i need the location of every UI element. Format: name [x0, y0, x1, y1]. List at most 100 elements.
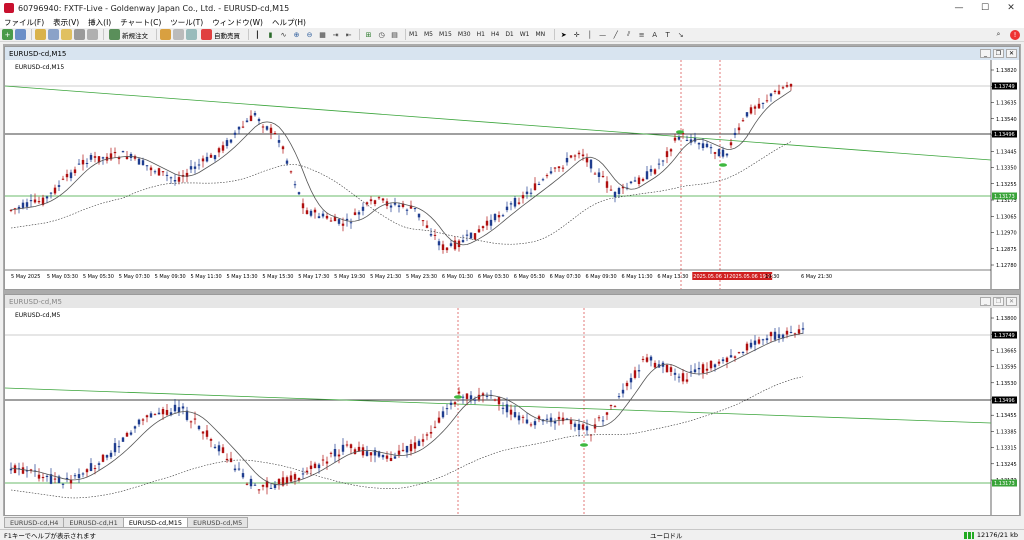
timeframe-m30[interactable]: M30 [458, 31, 471, 38]
candle-body [285, 477, 289, 484]
zoom-out-icon[interactable]: ⊖ [304, 29, 315, 40]
price-label: 1.13820 [996, 68, 1017, 74]
green-line-price-tag: 1.13173 [994, 194, 1015, 200]
close-button[interactable]: ✕ [998, 0, 1024, 16]
menu-file[interactable]: ファイル(F) [4, 17, 44, 28]
candle-body [733, 132, 737, 136]
tab-eurusd-h4[interactable]: EURUSD-cd,H4 [4, 517, 65, 528]
chart-window-title: EURUSD-cd,M15 _ ❐ ✕ [5, 47, 1019, 60]
chart-restore-button[interactable]: ❐ [993, 49, 1004, 58]
candle-body [665, 151, 669, 158]
menu-window[interactable]: ウィンドウ(W) [212, 17, 263, 28]
channel-icon[interactable]: ⫽ [623, 29, 634, 40]
terminal-icon[interactable] [74, 29, 85, 40]
fibonacci-icon[interactable]: ≡ [636, 29, 647, 40]
chart-minimize-button[interactable]: _ [980, 297, 991, 306]
tester-icon[interactable] [87, 29, 98, 40]
candle-body [317, 216, 321, 219]
chart-m15[interactable]: EURUSD-cd,M15 1.13820 1.13749 1.13635 1.135… [5, 60, 1019, 289]
candle-body [245, 483, 249, 485]
candle-body [13, 465, 17, 473]
candle-body [529, 192, 533, 194]
profiles-icon[interactable] [15, 29, 26, 40]
market-watch-icon[interactable] [35, 29, 46, 40]
candle-body [437, 241, 441, 246]
candle-body [213, 446, 217, 448]
horizontal-line-icon[interactable]: — [597, 29, 608, 40]
candle-body [165, 409, 169, 415]
menu-charts[interactable]: チャート(C) [120, 17, 161, 28]
candle-body [457, 391, 461, 394]
chart-restore-button[interactable]: ❐ [993, 297, 1004, 306]
tab-eurusd-h1[interactable]: EURUSD-cd,H1 [63, 517, 124, 528]
menu-tools[interactable]: ツール(T) [170, 17, 203, 28]
text-icon[interactable]: A [649, 29, 660, 40]
candle-body [101, 157, 105, 159]
candle-body [249, 478, 253, 487]
new-chart-icon[interactable]: + [2, 29, 13, 40]
chart-close-button[interactable]: ✕ [1006, 297, 1017, 306]
periods-icon[interactable]: ◷ [376, 29, 387, 40]
new-order-button[interactable]: 新規注文 [107, 29, 150, 40]
timeframe-d1[interactable]: D1 [505, 31, 513, 38]
zoom-in-icon[interactable]: ⊕ [291, 29, 302, 40]
chart-close-button[interactable]: ✕ [1006, 49, 1017, 58]
autoscroll-icon[interactable]: ⇥ [330, 29, 341, 40]
candle-body [97, 463, 101, 465]
menu-view[interactable]: 表示(V) [53, 17, 79, 28]
tile-windows-icon[interactable]: ▦ [317, 29, 328, 40]
notification-icon[interactable]: ! [1010, 29, 1020, 40]
history-icon[interactable] [173, 29, 184, 40]
candle-chart-icon[interactable]: ▮ [265, 29, 276, 40]
menu-help[interactable]: ヘルプ(H) [272, 17, 306, 28]
candle-body [169, 177, 173, 179]
candle-body [421, 220, 425, 222]
navigator-icon[interactable] [61, 29, 72, 40]
candle-body [45, 196, 49, 199]
tab-eurusd-m15[interactable]: EURUSD-cd,M15 [122, 517, 189, 528]
candle-body [349, 222, 353, 224]
candle-body [377, 197, 381, 199]
search-icon[interactable]: ⌕ [993, 29, 1004, 40]
arrows-icon[interactable]: ↘ [675, 29, 686, 40]
candle-body [257, 118, 261, 122]
tab-eurusd-m5[interactable]: EURUSD-cd,M5 [187, 517, 249, 528]
chart-window-m15[interactable]: EURUSD-cd,M15 _ ❐ ✕ EURUSD-cd,M15 1.1382… [4, 46, 1020, 290]
timeframe-h4[interactable]: H4 [491, 31, 499, 38]
auto-trade-button[interactable]: 自動売買 [199, 29, 242, 40]
green-line-price-tag: 1.13173 [994, 481, 1015, 487]
cursor-icon[interactable]: ➤ [558, 29, 569, 40]
candle-body [697, 142, 701, 145]
timeframe-h1[interactable]: H1 [477, 31, 485, 38]
maximize-button[interactable]: ☐ [972, 0, 998, 16]
chart-window-m5[interactable]: EURUSD-cd,M5 _ ❐ ✕ EURUSD-cd,M5 1.13800 1… [4, 294, 1020, 516]
timeframe-mn[interactable]: MN [536, 31, 546, 38]
chart-m5[interactable]: EURUSD-cd,M5 1.13800 1.13749 1.13665 1.1359… [5, 308, 1019, 515]
options-icon[interactable] [186, 29, 197, 40]
indicators-icon[interactable]: ⊞ [363, 29, 374, 40]
line-chart-icon[interactable]: ∿ [278, 29, 289, 40]
candle-body [237, 126, 241, 130]
crosshair-icon[interactable]: ✛ [571, 29, 582, 40]
minimize-button[interactable]: — [946, 0, 972, 16]
chart-shift-icon[interactable]: ⇤ [343, 29, 354, 40]
trendline-icon[interactable]: ╱ [610, 29, 621, 40]
candle-body [485, 220, 489, 226]
candle-body [665, 364, 669, 373]
meta-editor-icon[interactable] [160, 29, 171, 40]
chart-minimize-button[interactable]: _ [980, 49, 991, 58]
data-window-icon[interactable] [48, 29, 59, 40]
timeframe-m1[interactable]: M1 [409, 31, 418, 38]
connection-status[interactable]: 12176/21 kb [963, 531, 1024, 539]
menu-insert[interactable]: 挿入(I) [88, 17, 111, 28]
vertical-line-icon[interactable]: │ [584, 29, 595, 40]
bar-chart-icon[interactable]: ┃ [252, 29, 263, 40]
candle-body [405, 445, 409, 453]
timeframe-m15[interactable]: M15 [439, 31, 452, 38]
label-icon[interactable]: T [662, 29, 673, 40]
timeframe-m5[interactable]: M5 [424, 31, 433, 38]
timeframe-w1[interactable]: W1 [520, 31, 530, 38]
candle-body [241, 473, 245, 478]
templates-icon[interactable]: ▤ [389, 29, 400, 40]
candle-body [137, 419, 141, 425]
